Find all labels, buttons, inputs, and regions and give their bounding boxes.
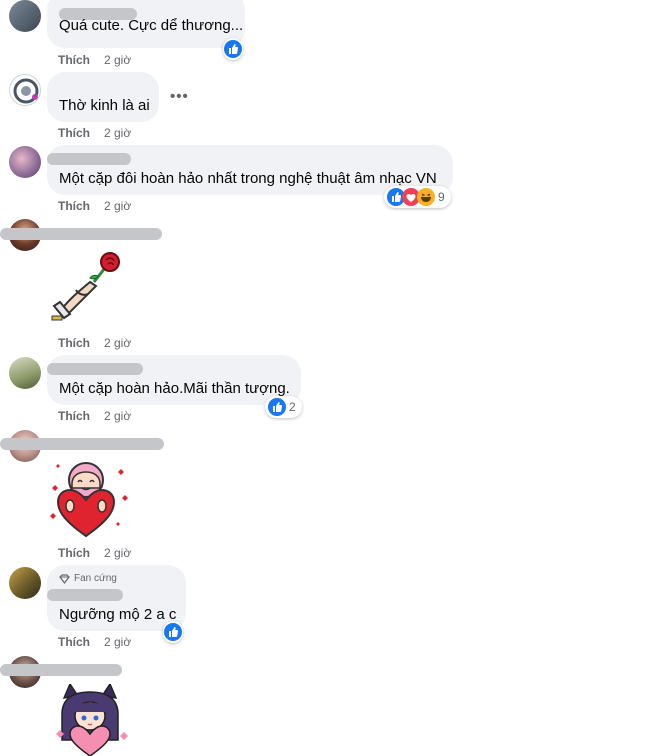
- author-name-redacted[interactable]: [47, 589, 123, 601]
- like-reaction-icon: [164, 623, 182, 641]
- like-reaction-icon: [268, 398, 286, 416]
- timestamp[interactable]: 2 giờ: [104, 409, 131, 423]
- timestamp[interactable]: 2 giờ: [104, 199, 131, 213]
- reaction-summary[interactable]: [223, 38, 243, 60]
- comment-bubble: Thờ kinh là ai: [47, 72, 159, 122]
- comment-actions: Thích 2 giờ: [58, 199, 131, 213]
- author-name-redacted[interactable]: [47, 153, 131, 165]
- comment-actions: Thích 2 giờ: [58, 53, 131, 67]
- like-link[interactable]: Thích: [58, 53, 90, 67]
- author-name-redacted[interactable]: [0, 664, 122, 676]
- comment-bubble: Quá cute. Cực dể thương...: [47, 0, 245, 48]
- comment-actions: Thích 2 giờ: [58, 126, 131, 140]
- like-link[interactable]: Thích: [58, 199, 90, 213]
- timestamp[interactable]: 2 giờ: [104, 126, 131, 140]
- haha-reaction-icon: [417, 188, 435, 206]
- comment-text: Một cặp đôi hoàn hảo nhất trong nghệ thu…: [59, 170, 437, 187]
- reaction-count: 2: [289, 400, 296, 414]
- avatar[interactable]: [9, 74, 41, 106]
- like-link[interactable]: Thích: [58, 409, 90, 423]
- comment-actions: Thích 2 giờ: [58, 546, 131, 560]
- author-name-redacted[interactable]: [0, 438, 164, 450]
- reaction-count: 9: [438, 190, 445, 204]
- more-options-icon[interactable]: •••: [170, 88, 189, 105]
- comment-actions: Thích 2 giờ: [58, 409, 131, 423]
- comment-bubble: Một cặp hoàn hảo.Mãi thần tượng.: [47, 355, 301, 405]
- like-link[interactable]: Thích: [58, 126, 90, 140]
- reaction-summary[interactable]: [163, 621, 183, 643]
- comment-text: Ngưỡng mộ 2 a c: [59, 606, 177, 623]
- timestamp[interactable]: 2 giờ: [104, 336, 131, 350]
- avatar[interactable]: [9, 567, 41, 599]
- like-reaction-icon: [224, 40, 242, 58]
- comment-text: Quá cute. Cực dể thương...: [59, 17, 244, 34]
- reaction-summary[interactable]: 2: [265, 396, 302, 418]
- avatar[interactable]: [9, 146, 41, 178]
- comment-text: Thờ kinh là ai: [59, 97, 150, 114]
- author-name-redacted[interactable]: [47, 363, 143, 375]
- comment-text: Một cặp hoàn hảo.Mãi thần tượng.: [59, 380, 290, 397]
- comment-actions: Thích 2 giờ: [58, 336, 131, 350]
- avatar[interactable]: [9, 357, 41, 389]
- rose-hand-sticker[interactable]: [46, 250, 126, 335]
- like-link[interactable]: Thích: [58, 635, 90, 649]
- author-name-redacted[interactable]: [0, 228, 162, 240]
- timestamp[interactable]: 2 giờ: [104, 53, 131, 67]
- reaction-summary[interactable]: 9: [384, 186, 451, 208]
- timestamp[interactable]: 2 giờ: [104, 546, 131, 560]
- heart-girl-sticker[interactable]: [46, 458, 128, 545]
- like-link[interactable]: Thích: [58, 336, 90, 350]
- fan-badge-label: Fan cứng: [74, 573, 117, 584]
- comment-actions: Thích 2 giờ: [58, 635, 131, 649]
- fan-diamond-icon: [59, 573, 70, 584]
- like-link[interactable]: Thích: [58, 546, 90, 560]
- fan-badge[interactable]: Fan cứng: [59, 573, 117, 584]
- timestamp[interactable]: 2 giờ: [104, 635, 131, 649]
- cat-girl-heart-sticker[interactable]: [50, 682, 130, 756]
- comment-bubble: Fan cứng Ngưỡng mộ 2 a c: [47, 565, 186, 631]
- avatar[interactable]: [9, 0, 41, 32]
